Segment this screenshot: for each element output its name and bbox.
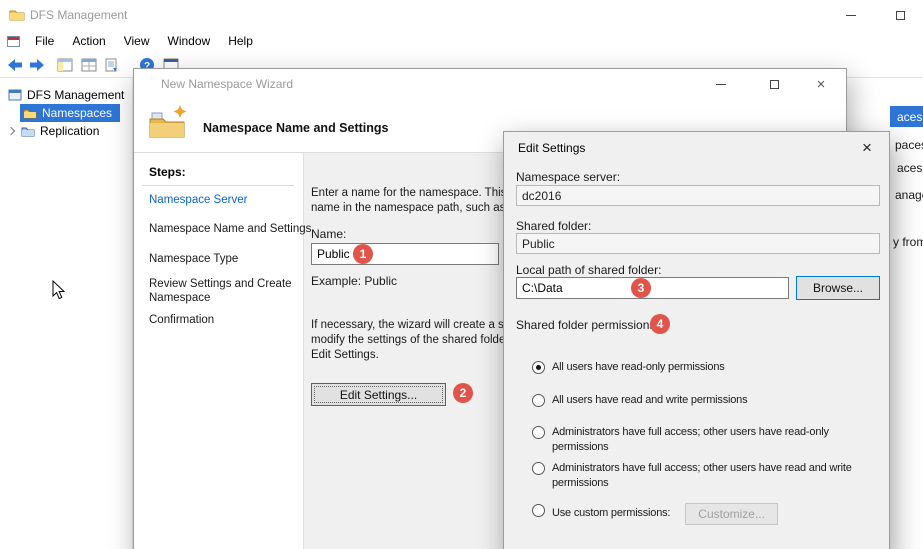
forward-icon[interactable] [28, 56, 46, 74]
wizard-header-icon [148, 103, 190, 143]
dfs-management-icon [8, 89, 22, 101]
annotation-badge-3: 3 [631, 278, 651, 298]
maximize-icon[interactable] [754, 69, 794, 99]
example-text: Example: Public [311, 274, 397, 288]
export-list-icon[interactable] [103, 56, 121, 74]
namespace-server-label: Namespace server: [516, 170, 620, 184]
edit-settings-dialog: Edit Settings × Namespace server: Shared… [503, 131, 890, 549]
local-path-input[interactable] [516, 277, 789, 299]
step-namespace-server[interactable]: Namespace Server [149, 193, 247, 207]
tree-item-replication[interactable]: Replication [8, 122, 99, 140]
step-namespace-name-and-settings: Namespace Name and Settings [149, 222, 311, 236]
radio-label: All users have read and write permission… [552, 393, 747, 408]
dialog-title: Edit Settings [518, 141, 585, 155]
radio-label: Administrators have full access; other u… [552, 425, 866, 455]
tree-item-namespaces[interactable]: Namespaces [20, 104, 120, 122]
radio-circle-4[interactable] [532, 504, 545, 517]
menu-help[interactable]: Help [219, 31, 262, 51]
chevron-right-icon[interactable] [7, 127, 15, 135]
namespace-server-input[interactable] [516, 185, 880, 206]
permissions-label: Shared folder permissions: [516, 318, 659, 332]
close-icon[interactable]: × [849, 132, 885, 163]
step-review-settings: Review Settings and Create Namespace [149, 277, 301, 305]
divider [142, 185, 294, 186]
screen: DFS Management File Action View Window H… [0, 0, 923, 549]
annotation-badge-4: 4 [650, 314, 670, 334]
app-folder-icon [9, 8, 25, 21]
annotation-badge-2: 2 [453, 383, 473, 403]
replication-icon [21, 125, 35, 137]
namespace-name-input[interactable] [311, 243, 499, 265]
radio-option-custom-permissions[interactable]: Use custom permissions: Customize... [532, 503, 866, 525]
wizard-note-line1: If necessary, the wizard will create a s… [311, 319, 520, 331]
radio-option-admin-full-users-read[interactable]: Administrators have full access; other u… [532, 425, 866, 455]
radio-circle-2[interactable] [532, 426, 545, 439]
step-namespace-type: Namespace Type [149, 252, 238, 266]
radio-option-read-only[interactable]: All users have read-only permissions [532, 360, 866, 375]
browse-button[interactable]: Browse... [796, 276, 880, 300]
radio-label: Administrators have full access; other u… [552, 461, 866, 491]
menu-bar: File Action View Window Help [0, 30, 923, 52]
wizard-page-title: Namespace Name and Settings [203, 121, 389, 135]
back-icon[interactable] [6, 56, 24, 74]
properties-icon[interactable] [80, 56, 98, 74]
steps-heading: Steps: [149, 165, 186, 179]
tree-item-label: Replication [40, 124, 99, 138]
radio-option-read-write[interactable]: All users have read and write permission… [532, 393, 866, 408]
console-tree: DFS Management Namespaces Replication [0, 78, 133, 549]
menu-window[interactable]: Window [159, 31, 220, 51]
background-fragment: aces t [897, 161, 923, 175]
customize-button[interactable]: Customize... [685, 503, 778, 525]
background-fragment: anagen [895, 188, 923, 202]
local-path-label: Local path of shared folder: [516, 263, 661, 277]
wizard-intro-line2: name in the namespace path, such as \\ [311, 202, 515, 214]
menu-view[interactable]: View [115, 31, 159, 51]
edit-settings-button[interactable]: Edit Settings... [311, 383, 446, 406]
tree-item-dfs-management[interactable]: DFS Management [8, 86, 124, 104]
main-titlebar: DFS Management [0, 0, 923, 30]
window-title: DFS Management [30, 8, 127, 22]
wizard-steps-pane: Steps: Namespace Server Namespace Name a… [134, 153, 304, 549]
annotation-badge-1: 1 [353, 244, 373, 264]
radio-option-admin-full-users-read-write[interactable]: Administrators have full access; other u… [532, 461, 866, 491]
menu-action[interactable]: Action [63, 31, 114, 51]
mouse-cursor [52, 280, 66, 300]
tree-item-label: DFS Management [27, 88, 124, 102]
maximize-icon[interactable] [883, 0, 917, 30]
wizard-note-line3: Edit Settings. [311, 349, 379, 361]
minimize-icon[interactable] [701, 69, 741, 99]
console-icon [7, 36, 20, 47]
wizard-title: New Namespace Wizard [161, 77, 293, 91]
wizard-titlebar: New Namespace Wizard × [134, 69, 846, 99]
radio-label: All users have read-only permissions [552, 360, 725, 375]
tree-item-label: Namespaces [42, 106, 112, 120]
radio-label: Use custom permissions: [552, 506, 670, 521]
background-fragment: paces... [895, 138, 923, 152]
namespaces-icon [23, 107, 37, 119]
background-fragment: y from [893, 235, 923, 249]
background-selected-row-fragment: aces [890, 106, 923, 127]
shared-folder-label: Shared folder: [516, 219, 591, 233]
wizard-note-line2: modify the settings of the shared folder… [311, 334, 527, 346]
menu-file[interactable]: File [26, 31, 63, 51]
name-label: Name: [311, 227, 346, 241]
step-confirmation: Confirmation [149, 313, 214, 327]
show-console-tree-icon[interactable] [56, 56, 74, 74]
radio-circle-0[interactable] [532, 361, 545, 374]
minimize-icon[interactable] [834, 0, 868, 30]
shared-folder-input[interactable] [516, 233, 880, 254]
radio-circle-1[interactable] [532, 394, 545, 407]
close-icon[interactable]: × [801, 69, 841, 99]
fragment-text: aces [897, 110, 922, 124]
wizard-intro-line1: Enter a name for the namespace. This na [311, 187, 522, 199]
radio-circle-3[interactable] [532, 462, 545, 475]
